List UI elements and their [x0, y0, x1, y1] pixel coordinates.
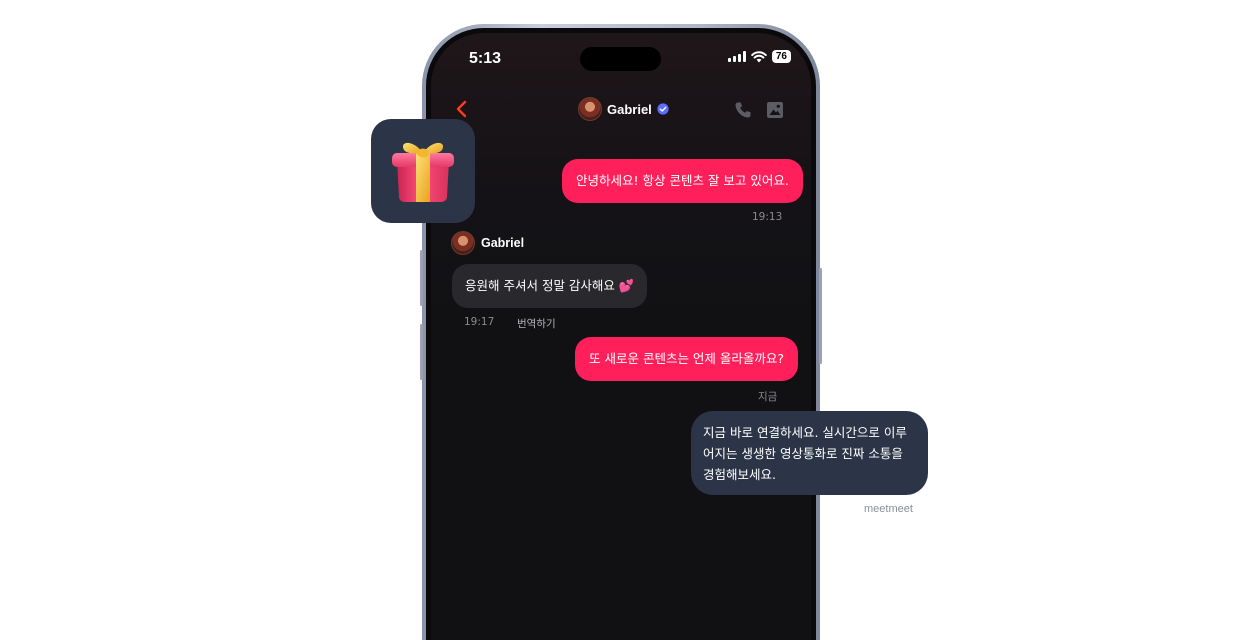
sender-row: Gabriel	[451, 231, 524, 255]
back-icon[interactable]	[451, 98, 473, 120]
translate-link[interactable]: 번역하기	[517, 316, 556, 331]
battery-indicator: 76	[771, 50, 791, 63]
wifi-icon	[751, 50, 767, 62]
phone-bezel: 5:13 76 Gabriel 안녕하세요! 항상 콘텐츠 잘 보고 있어요. …	[426, 28, 816, 640]
image-icon[interactable]	[765, 100, 785, 120]
outgoing-message[interactable]: 안녕하세요! 항상 콘텐츠 잘 보고 있어요.	[562, 159, 803, 203]
chat-header: Gabriel	[431, 95, 811, 125]
message-time: 지금	[758, 391, 778, 403]
gift-icon	[392, 142, 454, 202]
sender-avatar[interactable]	[451, 231, 475, 255]
volume-up-button	[420, 250, 423, 306]
phone-icon[interactable]	[733, 100, 753, 120]
gift-tile[interactable]	[371, 119, 475, 223]
dynamic-island	[580, 47, 661, 71]
brand-label: meetmeet	[864, 503, 913, 515]
verified-icon	[657, 103, 669, 115]
chat-title[interactable]: Gabriel	[578, 97, 669, 121]
promo-callout: 지금 바로 연결하세요. 실시간으로 이루어지는 생생한 영상통화로 진짜 소통…	[691, 411, 928, 495]
sender-name: Gabriel	[481, 236, 525, 250]
power-button	[819, 268, 822, 364]
phone-frame: 5:13 76 Gabriel 안녕하세요! 항상 콘텐츠 잘 보고 있어요. …	[420, 24, 822, 640]
volume-down-button	[420, 324, 423, 380]
incoming-message[interactable]: 응원해 주셔서 정말 감사해요 💕	[452, 264, 648, 308]
status-icons: 76	[727, 50, 791, 63]
chat-screen: 5:13 76 Gabriel 안녕하세요! 항상 콘텐츠 잘 보고 있어요. …	[431, 33, 811, 640]
avatar	[578, 97, 602, 121]
status-time: 5:13	[469, 50, 502, 67]
contact-name: Gabriel	[607, 101, 652, 117]
signal-icon	[727, 51, 746, 62]
message-time: 19:13	[752, 211, 783, 223]
message-time: 19:17	[464, 316, 495, 328]
outgoing-message[interactable]: 또 새로운 콘텐츠는 언제 올라올까요?	[575, 337, 799, 381]
